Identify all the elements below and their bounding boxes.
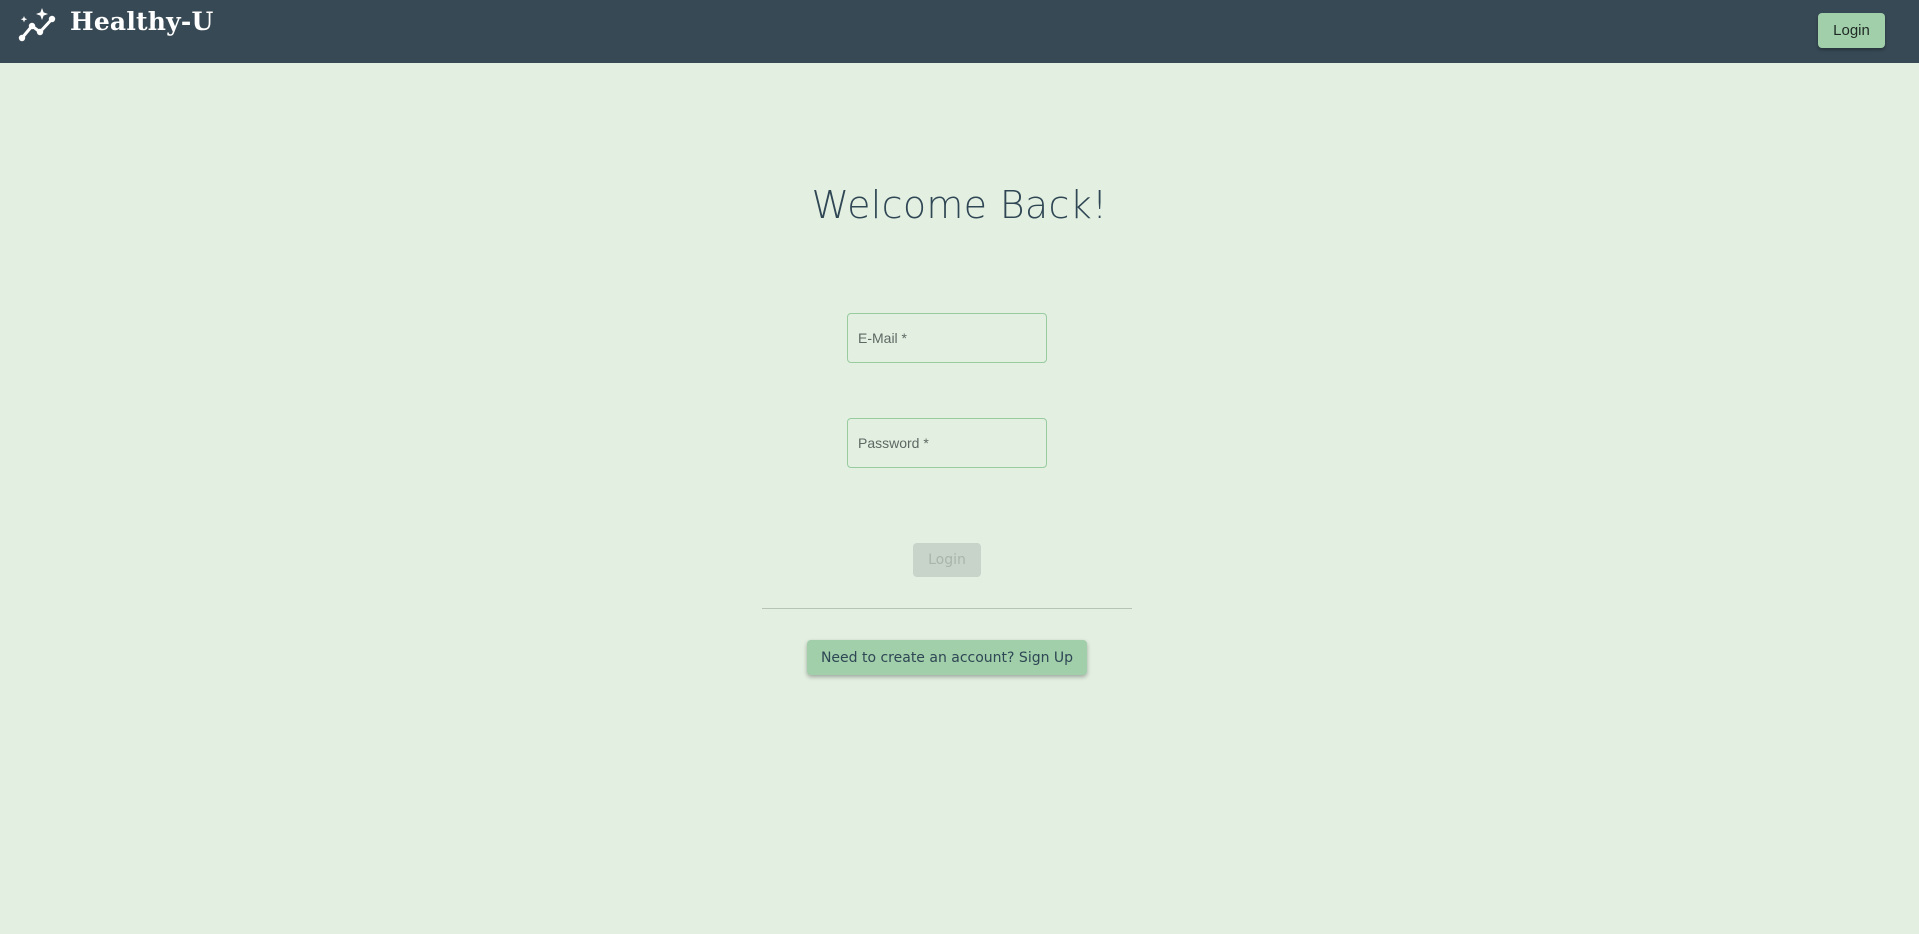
divider: [762, 608, 1132, 609]
password-field-container: [847, 418, 1047, 468]
brand-name: Healthy-U: [70, 6, 214, 36]
navbar-login-button[interactable]: Login: [1818, 13, 1885, 48]
email-field[interactable]: [848, 314, 1046, 362]
signup-button[interactable]: Need to create an account? Sign Up: [807, 640, 1087, 675]
top-navbar: Healthy-U Login: [0, 0, 1919, 63]
page-title: Welcome Back!: [811, 183, 1108, 227]
email-field-container: [847, 313, 1047, 363]
brand-logo-link[interactable]: Healthy-U: [18, 6, 213, 44]
password-field[interactable]: [848, 419, 1046, 467]
login-submit-button[interactable]: Login: [913, 543, 981, 577]
trend-sparkle-icon: [18, 8, 56, 42]
